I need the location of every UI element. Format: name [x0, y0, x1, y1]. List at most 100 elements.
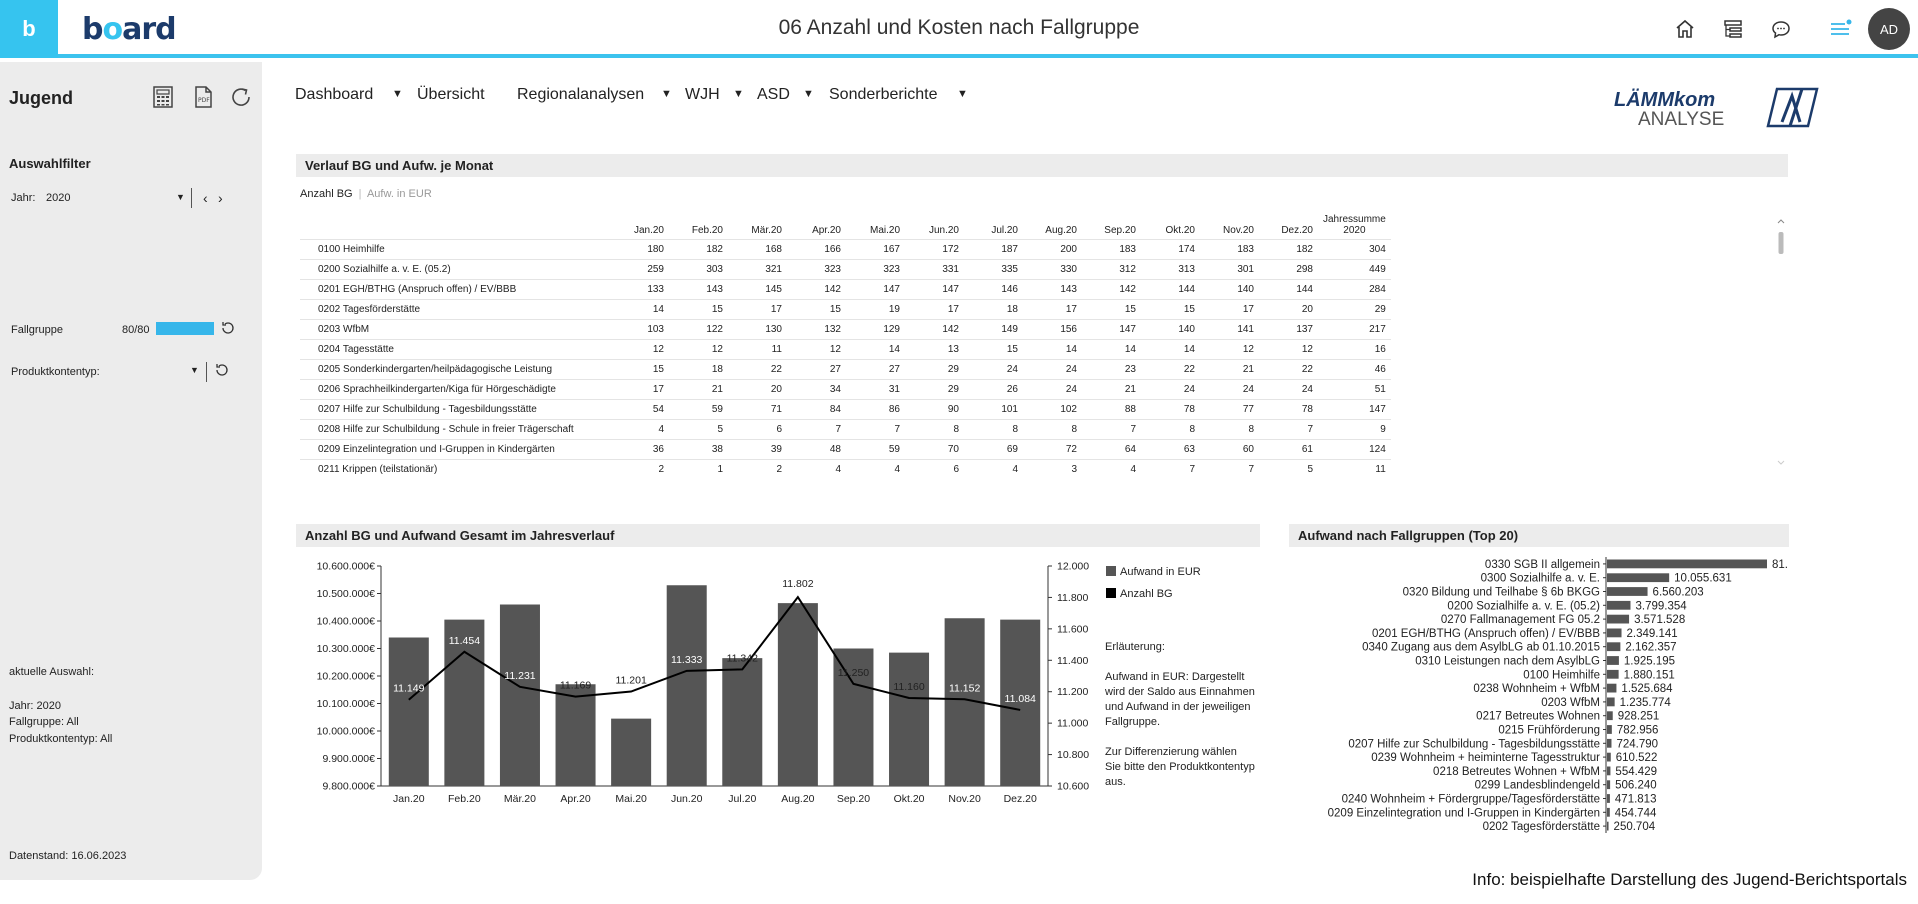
avatar[interactable]: AD — [1868, 8, 1910, 50]
menu-icon[interactable] — [1828, 16, 1854, 42]
x-tick-label: Feb.20 — [448, 793, 481, 805]
table-row[interactable]: 0211 Krippen (teilstationär) 2 1 2 4 4 6 4 3 4 7 7 5… — [300, 459, 1391, 477]
column-header: Mai.20 — [869, 225, 900, 236]
menu-item-uebersicht[interactable]: Übersicht — [417, 86, 485, 104]
divider — [191, 188, 192, 208]
chat-icon[interactable] — [1768, 16, 1794, 42]
table-cell: 321 — [765, 264, 782, 275]
bar — [889, 652, 930, 786]
table-row[interactable]: 0207 Hilfe zur Schulbildung - Tagesbildu… — [300, 399, 1391, 420]
monthly-table[interactable]: Jan.20 Feb.20 Mär.20 Apr.20 Mai.20 Jun.20 Jul.… — [300, 214, 1610, 476]
table-row[interactable]: 0100 Heimhilfe 180 182 168 166 167 172 187 200 18… — [300, 239, 1391, 260]
data-label: 11.454 — [449, 635, 480, 647]
table-row[interactable]: 0204 Tagesstätte 12 12 11 12 14 13 15 14 14 14 12 12… — [300, 339, 1391, 360]
fallgruppe-selector[interactable] — [156, 322, 214, 335]
category-label: 0238 Wohnheim + WfbM — [1473, 683, 1600, 695]
table-cell: 323 — [883, 264, 900, 275]
table-cell: 2 — [658, 464, 664, 476]
top-bar: b board 06 Anzahl und Kosten nach Fallgr… — [0, 0, 1918, 58]
data-label: 1.925.195 — [1624, 656, 1675, 668]
category-label: 0270 Fallmanagement FG 05.2 — [1441, 614, 1600, 626]
data-label: 1.235.774 — [1620, 697, 1672, 709]
table-cell: 78 — [1301, 404, 1313, 415]
table-row[interactable]: 0208 Hilfe zur Schulbildung - Schule in … — [300, 419, 1391, 440]
menu-item-dashboard[interactable]: Dashboard — [295, 86, 373, 104]
category-label: 0240 Wohnheim + Fördergruppe/Tagesförder… — [1342, 794, 1600, 806]
chevron-left-icon[interactable]: ‹ — [203, 190, 208, 206]
explanation-text-1: Aufwand in EUR: Dargestellt wird der Sal… — [1105, 671, 1255, 728]
reset-icon[interactable] — [214, 362, 230, 381]
table-cell: 7 — [1307, 424, 1313, 435]
column-header: Jun.20 — [928, 225, 959, 236]
caret-down-icon[interactable]: ▼ — [957, 88, 968, 100]
table-cell: 312 — [1119, 264, 1136, 275]
caret-down-icon[interactable]: ▼ — [392, 88, 403, 100]
table-cell: 7 — [1248, 464, 1254, 476]
table-cell: 129 — [883, 324, 900, 335]
y-tick-label-left: 9.800.000€ — [322, 781, 375, 793]
table-cell-total: 9 — [1380, 424, 1386, 435]
table-cell: 60 — [1242, 444, 1254, 455]
pdf-icon[interactable]: PDF — [190, 84, 216, 110]
tab-aufwand-eur[interactable]: Aufw. in EUR — [367, 188, 432, 200]
caret-down-icon[interactable]: ▼ — [803, 88, 814, 100]
table-cell: 69 — [1006, 444, 1018, 455]
category-label: 0209 Einzelintegration und I-Gruppen in … — [1328, 807, 1600, 819]
table-row[interactable]: 0205 Sonderkindergarten/heilpädagogische… — [300, 359, 1391, 380]
column-header: Dez.20 — [1281, 225, 1313, 236]
menu-item-asd[interactable]: ASD — [757, 86, 790, 104]
table-cell: 182 — [706, 244, 723, 255]
table-cell: 7 — [894, 424, 900, 435]
table-cell: 19 — [888, 304, 900, 315]
table-cell: 24 — [1301, 384, 1313, 395]
bar — [499, 604, 540, 786]
table-row[interactable]: 0201 EGH/BTHG (Anspruch offen) / EV/BBB 1… — [300, 279, 1391, 300]
lammkom-logo: LÄMMkom ANALYSE — [1612, 86, 1822, 130]
table-cell: 147 — [942, 284, 959, 295]
hierarchy-icon[interactable] — [1720, 16, 1746, 42]
table-row[interactable]: 0202 Tagesförderstätte 14 15 17 15 19 17 18 17 15… — [300, 299, 1391, 320]
data-label: 11.084 — [1005, 693, 1036, 705]
reset-icon[interactable] — [220, 320, 236, 339]
jahr-select[interactable]: 2020 ▼ — [46, 192, 186, 204]
chevron-right-icon[interactable]: › — [218, 190, 223, 206]
combo-chart: 9.800.000€ 9.900.000€ 10.000.000€ 10.100.00… — [317, 561, 1090, 806]
table-panel-title: Verlauf BG und Aufw. je Monat — [296, 154, 1788, 177]
menu-item-sonderberichte[interactable]: Sonderberichte — [829, 86, 938, 104]
x-tick-label: Nov.20 — [948, 793, 981, 805]
table-cell-total: 11 — [1375, 464, 1386, 476]
home-icon[interactable] — [1672, 16, 1698, 42]
column-header: Aug.20 — [1045, 225, 1077, 236]
table-cell: 12 — [652, 344, 664, 355]
data-label: 928.251 — [1618, 711, 1660, 723]
table-cell: 141 — [1237, 324, 1254, 335]
data-label: 11.802 — [782, 578, 813, 590]
table-row[interactable]: 0200 Sozialhilfe a. v. E. (05.2) 259 303 32… — [300, 259, 1391, 280]
data-label: 1.880.151 — [1624, 669, 1675, 681]
caret-down-icon[interactable]: ▼ — [661, 88, 672, 100]
refresh-icon[interactable] — [228, 84, 254, 110]
legend-swatch-aufwand — [1106, 566, 1116, 576]
legend-aufwand: Aufwand in EUR — [1120, 566, 1201, 578]
table-cell: 22 — [1183, 364, 1195, 375]
menu-item-regionalanalysen[interactable]: Regionalanalysen — [517, 86, 644, 104]
table-cell: 8 — [1071, 424, 1077, 435]
table-cell: 4 — [1012, 464, 1018, 476]
table-cell: 59 — [711, 404, 723, 415]
produkt-dropdown-icon[interactable]: ▼ — [190, 365, 199, 375]
table-row[interactable]: 0209 Einzelintegration und I-Gruppen in … — [300, 439, 1391, 460]
data-label: 2.162.357 — [1625, 642, 1676, 654]
table-cell: 17 — [652, 384, 664, 395]
calculator-icon[interactable] — [150, 84, 176, 110]
category-label: 0202 Tagesförderstätte — [1483, 821, 1600, 833]
table-row[interactable]: 0206 Sprachheilkindergarten/Kiga für Hör… — [300, 379, 1391, 400]
table-cell: 102 — [1060, 404, 1077, 415]
menu-item-wjh[interactable]: WJH — [685, 86, 720, 104]
tab-anzahl-bg[interactable]: Anzahl BG — [300, 188, 353, 200]
x-tick-label: Dez.20 — [1004, 793, 1037, 805]
x-tick-label: Mai.20 — [615, 793, 647, 805]
caret-down-icon[interactable]: ▼ — [733, 88, 744, 100]
table-scrollbar[interactable] — [1776, 218, 1786, 466]
table-row[interactable]: 0203 WfbM 103 122 130 132 129 142 149 156 147 140 1… — [300, 319, 1391, 340]
table-cell: 183 — [1119, 244, 1136, 255]
